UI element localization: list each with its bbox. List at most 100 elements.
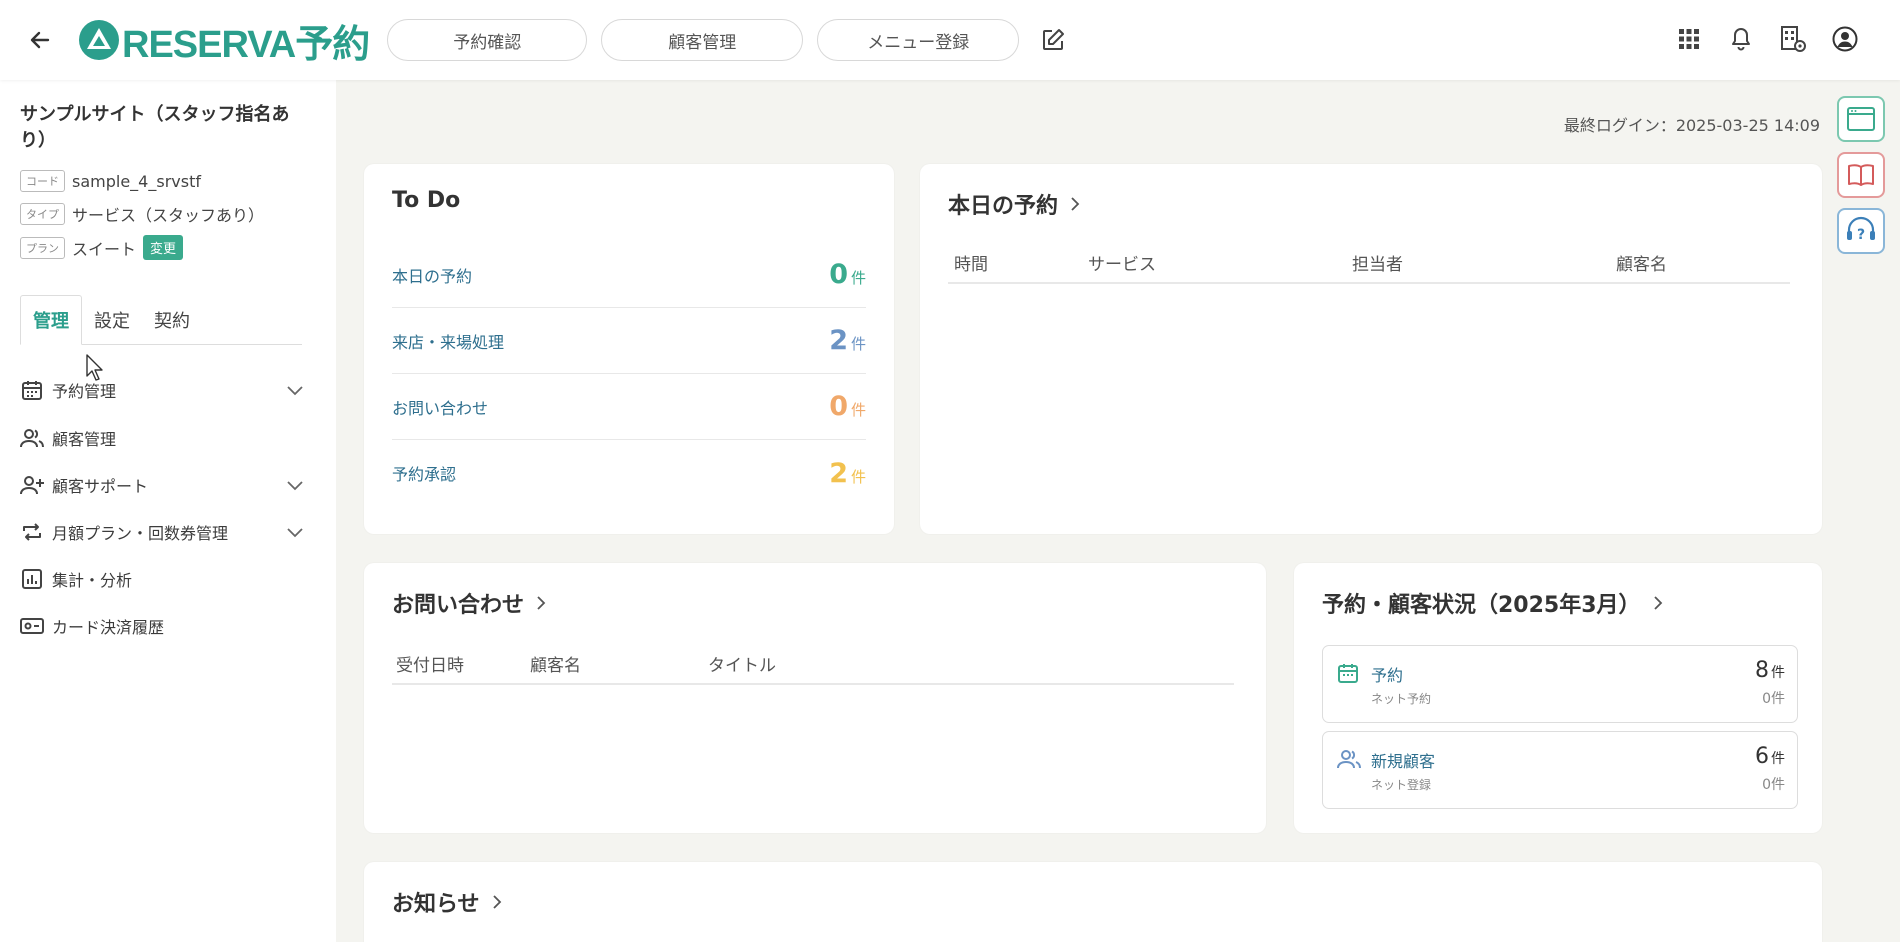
today-title-link[interactable]: 本日の予約 <box>948 188 1082 220</box>
news-title: お知らせ <box>392 892 480 917</box>
todo-unit: 件 <box>850 401 866 419</box>
news-title-link[interactable]: お知らせ <box>392 886 504 918</box>
plan-value: スイート <box>72 239 137 259</box>
news-card: お知らせ <box>364 862 1822 942</box>
type-tag: タイプ <box>20 203 65 225</box>
todo-count: 2 <box>829 325 848 356</box>
site-name: サンプルサイト（スタッフ指名あり） <box>20 104 290 151</box>
edit-button[interactable] <box>1035 22 1071 58</box>
apps-grid-button[interactable] <box>1674 20 1704 58</box>
manual-button[interactable] <box>1837 152 1885 198</box>
nav-reservation-check[interactable]: 予約確認 <box>387 19 588 61</box>
todo-value: 0件 <box>829 391 866 422</box>
todo-label[interactable]: 本日の予約 <box>392 263 472 287</box>
stat-sub-label: ネット予約 <box>1371 692 1432 706</box>
todo-label[interactable]: お問い合わせ <box>392 395 488 419</box>
sidebar-item-reservation-management[interactable]: 予約管理 <box>20 372 305 408</box>
todo-row-checkin[interactable]: 来店・来場処理 2件 <box>392 308 866 374</box>
sidebar: サンプルサイト（スタッフ指名あり） コード sample_4_srvstf タイ… <box>0 80 336 942</box>
column-header: タイトル <box>708 656 776 676</box>
chevron-right-icon <box>1653 596 1662 610</box>
stat-reservations[interactable]: 予約 ネット予約 8件 0件 <box>1322 645 1798 723</box>
site-preview-button[interactable] <box>1837 96 1885 142</box>
sidebar-tabs: 管理 設定 契約 <box>20 295 302 345</box>
browser-window-icon <box>1847 107 1875 131</box>
code-tag: コード <box>20 170 65 192</box>
nav-customer-management[interactable]: 顧客管理 <box>601 19 804 61</box>
chevron-down-icon <box>287 481 303 491</box>
building-gear-icon <box>1781 26 1806 52</box>
sidebar-item-card-payment-history[interactable]: カード決済履歴 <box>20 608 305 644</box>
inquiry-title: お問い合わせ <box>392 593 525 618</box>
column-header: 顧客名 <box>1616 255 1667 275</box>
stat-new-customers[interactable]: 新規顧客 ネット登録 6件 0件 <box>1322 731 1798 809</box>
stat-count: 6件 <box>1755 744 1785 769</box>
todo-label[interactable]: 来店・来場処理 <box>392 329 504 353</box>
help-support-button[interactable]: ? <box>1837 208 1885 254</box>
credit-card-icon <box>20 618 44 634</box>
user-plus-icon <box>20 476 44 495</box>
reserva-logo[interactable]: RESERVA予約 <box>78 15 370 66</box>
today-title: 本日の予約 <box>948 194 1059 219</box>
notifications-button[interactable] <box>1726 20 1756 58</box>
edit-icon <box>1043 29 1065 50</box>
tab-contract[interactable]: 契約 <box>142 295 202 345</box>
todo-value: 0件 <box>829 259 866 290</box>
stat-label: 新規顧客 <box>1371 752 1436 771</box>
book-icon <box>1848 164 1874 186</box>
nav-menu-registration[interactable]: メニュー登録 <box>817 19 1020 61</box>
status-title-link[interactable]: 予約・顧客状況（2025年3月） <box>1322 587 1665 619</box>
store-settings-button[interactable] <box>1778 20 1808 58</box>
tab-settings[interactable]: 設定 <box>82 295 142 345</box>
inquiry-table-header: 受付日時 顧客名 タイトル <box>392 641 1234 685</box>
users-icon <box>20 429 44 448</box>
account-button[interactable] <box>1830 20 1860 58</box>
sidebar-item-label: 顧客サポート <box>52 477 149 496</box>
stat-label: 予約 <box>1371 666 1404 685</box>
top-header: RESERVA予約 予約確認 顧客管理 メニュー登録 <box>0 0 1900 80</box>
repeat-icon <box>23 523 41 541</box>
last-login: 最終ログイン：2025-03-25 14:09 <box>1563 116 1820 135</box>
status-title: 予約・顧客状況（2025年3月） <box>1322 593 1641 618</box>
sidebar-item-analytics[interactable]: 集計・分析 <box>20 561 305 597</box>
sidebar-item-label: 月額プラン・回数券管理 <box>52 524 229 543</box>
todo-label[interactable]: 予約承認 <box>392 461 456 485</box>
calendar-icon <box>1338 664 1358 683</box>
grid-icon <box>1679 29 1699 49</box>
sidebar-item-customer-support[interactable]: 顧客サポート <box>20 467 305 503</box>
sidebar-item-label: 顧客管理 <box>52 430 117 449</box>
change-plan-button[interactable]: 変更 <box>143 235 184 260</box>
user-circle-icon <box>1832 26 1858 52</box>
today-reservations-card: 本日の予約 時間 サービス 担当者 顧客名 <box>920 164 1822 534</box>
sidebar-item-monthly-plan[interactable]: 月額プラン・回数券管理 <box>20 514 305 550</box>
chevron-right-icon <box>492 895 501 909</box>
back-button[interactable] <box>20 20 60 60</box>
sidebar-item-label: 集計・分析 <box>52 571 133 590</box>
today-table-header: 時間 サービス 担当者 顧客名 <box>948 240 1790 284</box>
sidebar-item-customer-management[interactable]: 顧客管理 <box>20 420 305 456</box>
tab-management[interactable]: 管理 <box>20 295 82 345</box>
sidebar-item-label: 予約管理 <box>52 382 117 401</box>
inquiry-title-link[interactable]: お問い合わせ <box>392 587 548 619</box>
stat-count: 8件 <box>1755 658 1785 683</box>
calendar-icon <box>22 381 42 400</box>
bar-chart-icon <box>22 569 42 589</box>
code-value: sample_4_srvstf <box>72 171 201 191</box>
type-row: タイプ サービス（スタッフあり） <box>20 202 264 226</box>
todo-row-today[interactable]: 本日の予約 0件 <box>392 242 866 308</box>
logo-text: RESERVA予約 <box>122 23 370 66</box>
back-arrow-icon <box>30 31 50 49</box>
todo-unit: 件 <box>850 335 866 353</box>
column-header: 受付日時 <box>396 656 464 676</box>
todo-unit: 件 <box>850 269 866 287</box>
todo-card: To Do 本日の予約 0件 来店・来場処理 2件 お問い合わせ 0件 予約承認… <box>364 164 894 534</box>
status-card: 予約・顧客状況（2025年3月） 予約 ネット予約 8件 0件 新規顧客 ネット… <box>1294 563 1822 833</box>
todo-title: To Do <box>392 188 461 213</box>
stat-count-value: 8 <box>1755 658 1769 683</box>
todo-count: 0 <box>829 259 848 290</box>
code-row: コード sample_4_srvstf <box>20 170 201 192</box>
todo-row-inquiry[interactable]: お問い合わせ 0件 <box>392 374 866 440</box>
column-header: 担当者 <box>1352 255 1403 275</box>
stat-sub-count: 0件 <box>1762 691 1785 707</box>
todo-row-approval[interactable]: 予約承認 2件 <box>392 440 866 506</box>
